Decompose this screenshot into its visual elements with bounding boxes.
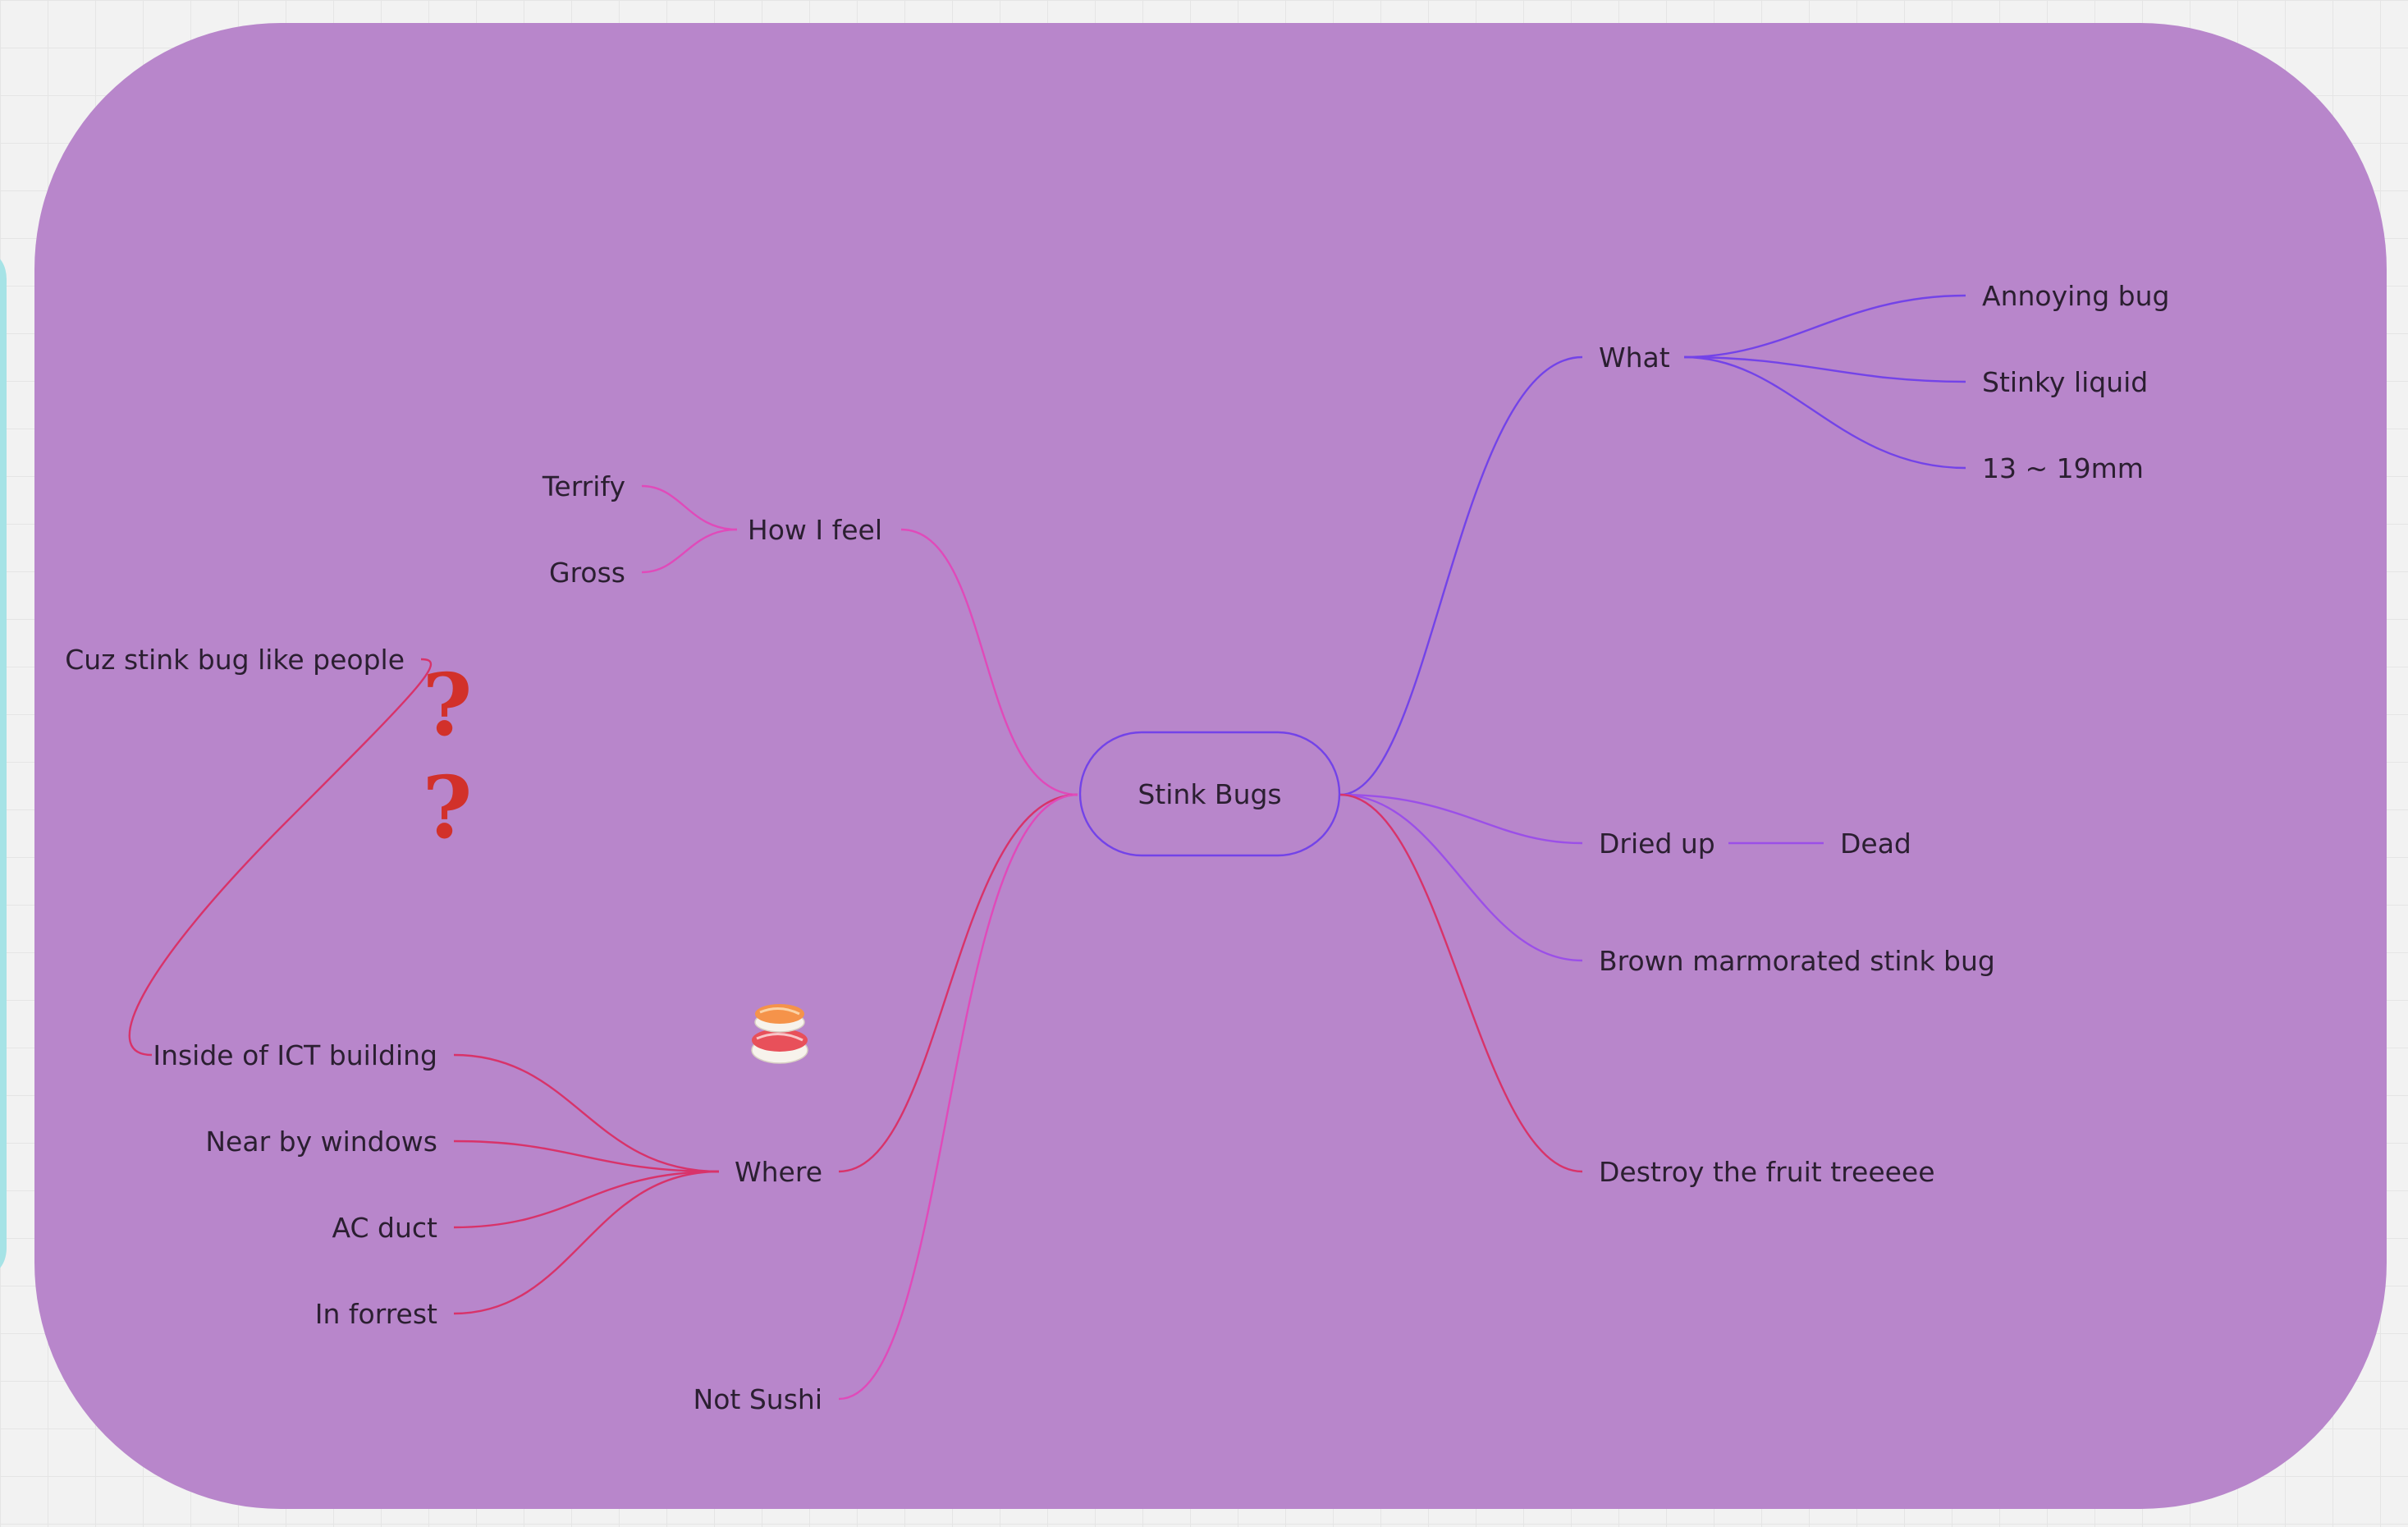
node-size[interactable]: 13 ~ 19mm <box>1982 452 2144 484</box>
node-ac-duct[interactable]: AC duct <box>332 1212 438 1244</box>
sushi-icon <box>751 1004 808 1064</box>
node-dead[interactable]: Dead <box>1840 828 1911 860</box>
node-how-i-feel[interactable]: How I feel <box>748 514 882 546</box>
question-mark-icon: ? <box>423 654 473 755</box>
node-brown-marmorated[interactable]: Brown marmorated stink bug <box>1599 945 1995 977</box>
node-stinky-liquid[interactable]: Stinky liquid <box>1982 366 2148 398</box>
mindmap-canvas: ? ? Stink Bugs What Annoying bug Stinky … <box>0 23 2387 1509</box>
side-accent-shape <box>0 259 7 1268</box>
node-terrify[interactable]: Terrify <box>542 470 625 502</box>
node-in-forrest[interactable]: In forrest <box>315 1298 437 1330</box>
node-cuz-stink-bug[interactable]: Cuz stink bug like people <box>65 644 405 676</box>
node-inside-ict[interactable]: Inside of ICT building <box>153 1039 437 1071</box>
node-dried-up[interactable]: Dried up <box>1599 828 1715 860</box>
node-annoying-bug[interactable]: Annoying bug <box>1982 280 2169 312</box>
node-where[interactable]: Where <box>735 1156 822 1188</box>
frame[interactable] <box>34 23 2387 1509</box>
node-destroy-fruit-tree[interactable]: Destroy the fruit treeeee <box>1599 1156 1935 1188</box>
root-node-label: Stink Bugs <box>1138 778 1281 810</box>
node-not-sushi[interactable]: Not Sushi <box>694 1383 822 1415</box>
node-gross[interactable]: Gross <box>549 557 625 589</box>
node-what[interactable]: What <box>1599 342 1670 374</box>
question-mark-icon: ? <box>423 757 473 858</box>
node-near-windows[interactable]: Near by windows <box>205 1126 437 1158</box>
